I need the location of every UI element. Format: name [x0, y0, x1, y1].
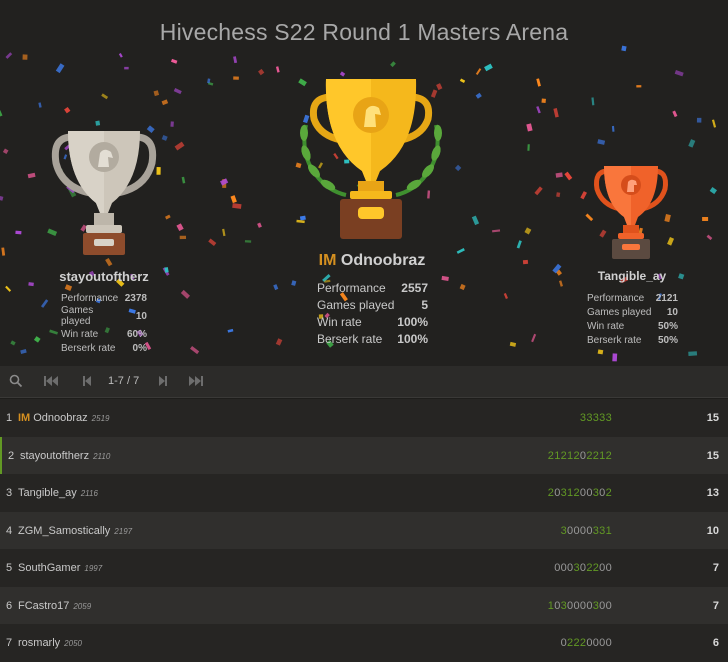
player-rating: 2519	[91, 414, 110, 423]
player-name[interactable]: rosmarly	[18, 637, 60, 649]
second-place-stats: Performance 2378 Games played 10 Win rate 6…	[61, 291, 147, 355]
score-sheet: 30000331	[560, 524, 612, 537]
total-score: 15	[706, 449, 719, 462]
prev-page-icon[interactable]	[79, 374, 95, 390]
silver-trophy-icon	[51, 131, 157, 255]
total-score: 13	[706, 487, 719, 499]
next-page-icon[interactable]	[155, 374, 171, 390]
player-name[interactable]: SouthGamer	[18, 562, 80, 574]
rank: 5	[6, 562, 13, 574]
table-row[interactable]: 5 SouthGamer 1997 000302200 7	[0, 549, 728, 587]
rank: 1	[6, 412, 13, 424]
rank: 6	[6, 599, 13, 612]
player-cell[interactable]: rosmarly 2050	[18, 637, 82, 649]
first-place-stats: Performance 2557 Games played 5 Win rate 10…	[317, 279, 428, 347]
player-rating: 1997	[84, 564, 103, 573]
pagination-bar: 1-7 / 7	[0, 366, 728, 398]
player-name[interactable]: stayoutoftherz	[20, 450, 89, 462]
stat-value: 0%	[132, 342, 147, 354]
podium: Hivechess S22 Round 1 Masters Arena stay…	[0, 0, 728, 366]
player-cell[interactable]: IM Odnoobraz 2519	[18, 412, 109, 424]
player-cell[interactable]: Tangible_ay 2116	[18, 487, 98, 499]
player-cell[interactable]: stayoutoftherz 2110	[20, 450, 110, 462]
stat-value: 100%	[397, 314, 428, 329]
second-place-name[interactable]: stayoutoftherz	[30, 269, 178, 284]
third-place-stats: Performance 2121 Games played 10 Win rate 5…	[587, 291, 678, 347]
player-name[interactable]: FCastro17	[18, 600, 69, 612]
stat-value: 10	[666, 306, 678, 318]
stat-label: Win rate	[317, 314, 362, 329]
score-sheet: 2121202212	[547, 449, 612, 462]
stat-value: 60%	[126, 328, 147, 340]
stat-label: Berserk rate	[61, 342, 116, 354]
bronze-trophy-icon	[594, 166, 668, 259]
player-rating: 2050	[64, 639, 82, 648]
rank: 7	[6, 637, 13, 649]
stat-label: Berserk rate	[587, 334, 642, 346]
player-cell[interactable]: SouthGamer 1997	[18, 562, 102, 574]
stat-label: Games played	[587, 306, 652, 318]
tournament-title: Hivechess S22 Round 1 Masters Arena	[159, 19, 569, 45]
score-sheet: 2031200302	[547, 487, 612, 499]
player-name[interactable]: Tangible_ay	[18, 487, 77, 499]
stat-value: 10	[135, 310, 147, 322]
stat-value: 5	[421, 297, 428, 312]
stat-value: 100%	[397, 331, 428, 346]
table-row[interactable]: 2 stayoutoftherz 2110 2121202212 15	[0, 436, 728, 474]
second-place-username[interactable]: stayoutoftherz	[59, 269, 149, 284]
third-place-name[interactable]: Tangible_ay	[570, 269, 694, 283]
stat-value: 50%	[657, 334, 678, 346]
first-place-title-badge: IM	[318, 252, 337, 269]
last-page-icon[interactable]	[188, 374, 204, 390]
standings-table: 1 IM Odnoobraz 2519 33333 15 2 stayoutoftherz 21…	[0, 399, 728, 662]
stat-label: Berserk rate	[317, 331, 383, 346]
player-rating: 2197	[114, 526, 133, 536]
stat-label: Win rate	[587, 320, 625, 332]
player-cell[interactable]: FCastro17 2059	[18, 600, 91, 612]
table-row[interactable]: 3 Tangible_ay 2116 2031200302 13	[0, 474, 728, 512]
stat-value: 2121	[655, 292, 678, 304]
player-rating: 2059	[73, 601, 92, 611]
stat-value: 2557	[401, 280, 428, 295]
total-score: 7	[712, 562, 719, 574]
rank: 2	[8, 449, 15, 462]
stat-label: Win rate	[61, 328, 99, 340]
search-icon[interactable]	[8, 374, 24, 390]
rank: 3	[6, 487, 13, 499]
title-badge: IM	[18, 412, 31, 424]
stat-label: Performance	[587, 292, 645, 304]
score-sheet: 33333	[579, 412, 612, 424]
gold-trophy-icon	[300, 79, 442, 239]
score-sheet: 02220000	[560, 637, 612, 649]
stat-label: Performance	[317, 280, 386, 295]
stat-label: Performance	[61, 292, 119, 304]
total-score: 6	[712, 637, 719, 649]
score-sheet: 000302200	[554, 562, 612, 574]
stat-value: 2378	[124, 292, 147, 304]
player-rating: 2110	[93, 451, 111, 461]
player-rating: 2116	[80, 489, 98, 498]
stat-value: 50%	[657, 320, 678, 332]
player-cell[interactable]: ZGM_Samostically 2197	[18, 525, 132, 537]
table-row[interactable]: 7 rosmarly 2050 02220000 6	[0, 624, 728, 662]
score-sheet: 1030000300	[547, 599, 612, 612]
player-name[interactable]: ZGM_Samostically	[18, 525, 110, 537]
table-row[interactable]: 4 ZGM_Samostically 2197 30000331 10	[0, 511, 728, 549]
table-row[interactable]: 6 FCastro17 2059 1030000300 7	[0, 586, 728, 624]
third-place-username[interactable]: Tangible_ay	[598, 269, 666, 283]
table-row[interactable]: 1 IM Odnoobraz 2519 33333 15	[0, 399, 728, 437]
stat-label: Games played	[317, 297, 395, 312]
total-score: 7	[712, 599, 719, 612]
page-info: 1-7 / 7	[108, 375, 140, 387]
first-place-username[interactable]: Odnoobraz	[341, 252, 425, 269]
first-place-name[interactable]: IM Odnoobraz	[272, 252, 472, 270]
rank: 4	[6, 524, 13, 537]
first-page-icon[interactable]	[43, 374, 59, 390]
total-score: 15	[706, 412, 719, 424]
stat-label: Games played	[61, 305, 94, 327]
player-name[interactable]: Odnoobraz	[33, 412, 87, 424]
total-score: 10	[706, 524, 719, 537]
